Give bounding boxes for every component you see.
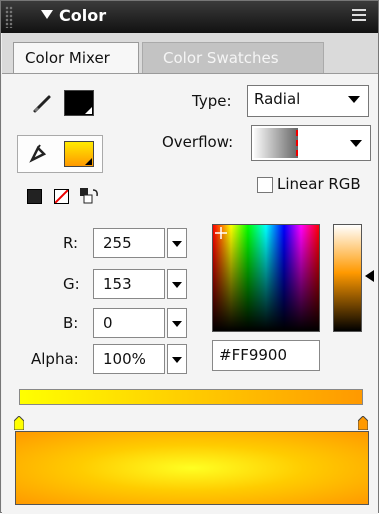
stroke-color-well[interactable]: [64, 90, 94, 116]
linear-rgb-checkbox[interactable]: [257, 177, 273, 193]
panel-title: Color: [59, 6, 107, 25]
collapse-arrow-icon[interactable]: [41, 10, 53, 19]
red-label: R:: [63, 234, 79, 252]
blue-input[interactable]: 0: [93, 308, 165, 338]
tab-color-swatches[interactable]: Color Swatches: [142, 42, 324, 73]
type-select[interactable]: Radial: [247, 85, 369, 117]
red-value: 255: [103, 234, 132, 252]
hex-input[interactable]: #FF9900: [212, 340, 320, 371]
panel-options-icon[interactable]: [352, 9, 366, 23]
overflow-gradient-swatch: [254, 128, 298, 158]
blue-label: B:: [63, 314, 79, 332]
gradient-stop-right[interactable]: [357, 415, 369, 431]
stroke-color-dropdown-icon: [85, 107, 92, 114]
chevron-down-icon: [172, 282, 182, 288]
type-value: Radial: [254, 90, 301, 108]
alpha-label: Alpha:: [31, 350, 79, 368]
alpha-input[interactable]: 100%: [93, 344, 165, 374]
chevron-down-icon: [172, 357, 182, 363]
red-input[interactable]: 255: [93, 228, 165, 258]
drag-grip-icon[interactable]: [5, 6, 13, 28]
gradient-bar[interactable]: [19, 389, 363, 405]
black-white-icon[interactable]: [27, 189, 42, 204]
green-value: 153: [103, 275, 132, 293]
fill-bucket-icon: [26, 142, 50, 166]
swap-colors-icon[interactable]: [79, 187, 99, 204]
overflow-marker: [296, 130, 298, 156]
linear-rgb-label: Linear RGB: [277, 175, 361, 193]
color-spectrum[interactable]: [212, 224, 320, 332]
tab-strip: Color Mixer Color Swatches: [2, 33, 378, 73]
no-color-icon[interactable]: [54, 189, 69, 204]
green-input[interactable]: 153: [93, 269, 165, 299]
type-label: Type:: [192, 92, 232, 110]
tab-color-mixer[interactable]: Color Mixer: [13, 42, 139, 73]
overflow-select[interactable]: [251, 125, 371, 161]
spectrum-crosshair-icon: [215, 227, 227, 239]
overflow-label: Overflow:: [162, 133, 234, 151]
chevron-down-icon: [172, 241, 182, 247]
green-label: G:: [63, 275, 80, 293]
brightness-marker-icon[interactable]: [365, 270, 374, 282]
chevron-down-icon: [350, 140, 362, 147]
brightness-slider[interactable]: [333, 224, 362, 332]
color-preview: [15, 431, 369, 505]
chevron-down-icon: [348, 96, 360, 103]
fill-color-well[interactable]: [64, 141, 94, 167]
fill-color-dropdown-icon: [85, 158, 92, 165]
hex-value: #FF9900: [219, 346, 287, 364]
green-stepper[interactable]: [167, 269, 187, 299]
color-panel: Color Color Mixer Color Swatches Type: R…: [0, 0, 379, 514]
blue-value: 0: [103, 314, 113, 332]
gradient-stop-left[interactable]: [13, 415, 25, 431]
panel-titlebar[interactable]: Color: [1, 1, 378, 33]
alpha-stepper[interactable]: [167, 344, 187, 374]
stroke-color-icon: [31, 91, 55, 115]
red-stepper[interactable]: [167, 228, 187, 258]
blue-stepper[interactable]: [167, 308, 187, 338]
alpha-value: 100%: [103, 350, 146, 368]
chevron-down-icon: [172, 321, 182, 327]
